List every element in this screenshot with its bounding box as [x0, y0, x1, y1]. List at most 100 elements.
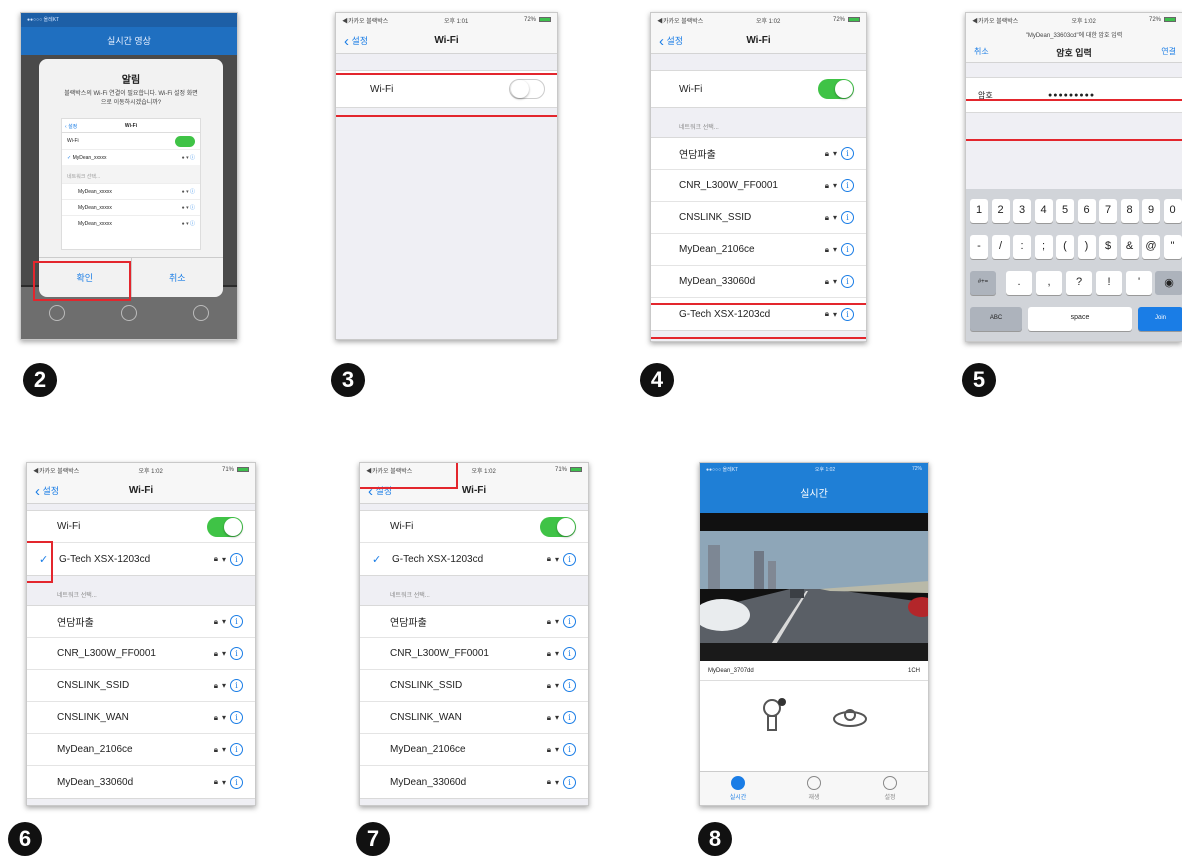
keyboard-key[interactable]: 5 [1056, 199, 1074, 223]
connected-network-row[interactable]: ✓ G-Tech XSX-1203cd 🔒︎ ▾ i [360, 543, 588, 575]
wifi-icon: ▾ [221, 617, 226, 626]
phone-step-2: ●●○○○ 올레KT 실시간 영상 알림 블랙박스의 Wi-Fi 연결이 필요합… [20, 12, 238, 340]
keyboard-key[interactable]: 8 [1120, 199, 1139, 223]
info-icon[interactable]: i [563, 775, 576, 789]
wifi-icon: ▾ [221, 745, 226, 754]
info-icon[interactable]: i [230, 743, 243, 756]
building-1 [708, 545, 720, 589]
network-row[interactable]: MyDean_33060d 🔒︎ ▾ i [651, 266, 866, 298]
network-row[interactable]: 연담파출 🔒︎ ▾ i [360, 606, 588, 638]
shift-key[interactable]: #+= [970, 271, 996, 295]
keyboard-key[interactable]: " [1163, 235, 1182, 259]
backspace-key[interactable]: ◉ [1155, 271, 1182, 295]
keyboard-key[interactable]: $ [1099, 235, 1117, 259]
network-row[interactable]: MyDean_2106ce 🔒︎ ▾ i [360, 734, 588, 766]
network-row[interactable]: CNR_L300W_FF0001 🔒︎ ▾ i [651, 170, 866, 202]
keyboard-key[interactable]: : [1013, 235, 1031, 259]
network-name: CNSLINK_WAN [57, 712, 129, 723]
keyboard-key[interactable]: 3 [1013, 199, 1031, 223]
lock-icon: 🔒︎ [824, 276, 829, 286]
network-row[interactable]: CNSLINK_SSID 🔒︎ ▾ i [360, 670, 588, 702]
network-icons: 🔒︎ ▾ i [547, 775, 576, 789]
highlight-password-field [966, 99, 1182, 141]
info-icon[interactable]: i [563, 615, 576, 628]
keyboard-key[interactable]: ( [1056, 235, 1074, 259]
keyboard-key[interactable]: 7 [1099, 199, 1117, 223]
phone-step-4: ◀카카오 블랙박스 오후 1:02 72% ‹ 설정 Wi-Fi Wi-Fi 네트워… [650, 12, 867, 342]
abc-key[interactable]: ABC [970, 307, 1022, 331]
network-row[interactable]: CNR_L300W_FF0001 🔒︎ ▾ i [360, 638, 588, 670]
info-icon[interactable]: i [230, 615, 243, 628]
info-icon[interactable]: i [230, 552, 243, 566]
network-row[interactable]: CNSLINK_SSID 🔒︎ ▾ i [27, 670, 255, 702]
network-row[interactable]: MyDean_2106ce 🔒︎ ▾ i [651, 234, 866, 266]
dashboard [700, 643, 928, 661]
keyboard-key[interactable]: @ [1142, 235, 1160, 259]
network-icons: 🔒︎ ▾ i [547, 615, 576, 628]
info-icon[interactable]: i [230, 647, 243, 660]
info-icon[interactable]: i [230, 679, 243, 692]
keyboard-key[interactable]: . [1006, 271, 1032, 295]
keyboard-key[interactable]: 4 [1034, 199, 1053, 223]
keyboard-key[interactable]: 1 [970, 199, 988, 223]
join-key[interactable]: Join [1138, 307, 1182, 331]
keyboard-key[interactable]: - [970, 235, 988, 259]
tab-live[interactable]: 실시간 [718, 776, 758, 801]
info-icon[interactable]: i [563, 679, 576, 692]
keyboard-key[interactable]: ) [1077, 235, 1096, 259]
info-icon[interactable]: i [563, 711, 576, 724]
keyboard-key[interactable]: ! [1096, 271, 1122, 295]
keyboard-key[interactable]: 6 [1077, 199, 1096, 223]
join-button[interactable]: 연결 [1161, 46, 1176, 57]
keyboard-key[interactable]: , [1036, 271, 1062, 295]
wifi-toggle[interactable] [207, 516, 243, 537]
info-icon[interactable]: i [230, 775, 243, 789]
keyboard-key[interactable]: 2 [991, 199, 1010, 223]
mini-wifi-screen: ‹ 설정 Wi-Fi Wi-Fi ✓ MyDean_xxxxx ● ▾ ⓘ 네트… [61, 118, 201, 250]
lock-icon: 🔒︎ [213, 680, 218, 690]
keyboard-key[interactable]: / [991, 235, 1010, 259]
network-row[interactable]: CNR_L300W_FF0001 🔒︎ ▾ i [27, 638, 255, 670]
info-icon[interactable]: i [841, 147, 854, 160]
network-row[interactable]: 연담파출 🔒︎ ▾ i [651, 138, 866, 170]
keyboard-key[interactable]: ? [1066, 271, 1092, 295]
network-icons: 🔒︎ ▾ i [214, 711, 243, 724]
space-key[interactable]: space [1028, 307, 1132, 331]
network-row[interactable]: MyDean_2106ce 🔒︎ ▾ i [27, 734, 255, 766]
keyboard-key[interactable]: & [1120, 235, 1139, 259]
tab-settings[interactable]: 설정 [870, 776, 910, 801]
info-icon[interactable]: i [563, 552, 576, 566]
section-header: 네트워크 선택... [679, 125, 719, 131]
page-title: Wi-Fi [434, 35, 459, 46]
info-icon[interactable]: i [563, 743, 576, 756]
wifi-label: Wi-Fi [390, 521, 414, 532]
wifi-toggle[interactable] [540, 516, 576, 537]
info-icon[interactable]: i [230, 711, 243, 724]
channel-label: 1CH [907, 667, 920, 674]
keyboard-key[interactable]: 0 [1163, 199, 1182, 223]
network-row[interactable]: CNSLINK_WAN 🔒︎ ▾ i [360, 702, 588, 734]
keyboard-key[interactable]: ' [1126, 271, 1152, 295]
info-icon[interactable]: i [841, 243, 854, 256]
network-name: CNR_L300W_FF0001 [679, 180, 778, 191]
info-icon[interactable]: i [841, 275, 854, 288]
keyboard-key[interactable]: ; [1034, 235, 1053, 259]
info-icon[interactable]: i [841, 179, 854, 192]
network-row[interactable]: MyDean_33060d 🔒︎ ▾ i [360, 766, 588, 798]
keyboard-key[interactable]: 9 [1142, 199, 1160, 223]
wifi-toggle[interactable] [818, 79, 854, 99]
wifi-icon: ▾ [554, 617, 559, 626]
rotate-camera-icon[interactable] [830, 701, 870, 731]
info-icon[interactable]: i [841, 211, 854, 224]
connected-network-row[interactable]: ✓ G-Tech XSX-1203cd 🔒︎ ▾ i [27, 543, 255, 575]
tab-playback[interactable]: 재생 [794, 776, 834, 801]
password-input[interactable]: ●●●●●●●●● [1048, 92, 1095, 99]
voice-record-icon[interactable] [758, 694, 790, 738]
info-icon[interactable]: i [563, 647, 576, 660]
cancel-button[interactable]: 취소 [132, 258, 224, 297]
network-row[interactable]: MyDean_33060d 🔒︎ ▾ i [27, 766, 255, 798]
network-row[interactable]: CNSLINK_SSID 🔒︎ ▾ i [651, 202, 866, 234]
network-row[interactable]: 연담파출 🔒︎ ▾ i [27, 606, 255, 638]
live-video [700, 531, 928, 661]
network-row[interactable]: CNSLINK_WAN 🔒︎ ▾ i [27, 702, 255, 734]
